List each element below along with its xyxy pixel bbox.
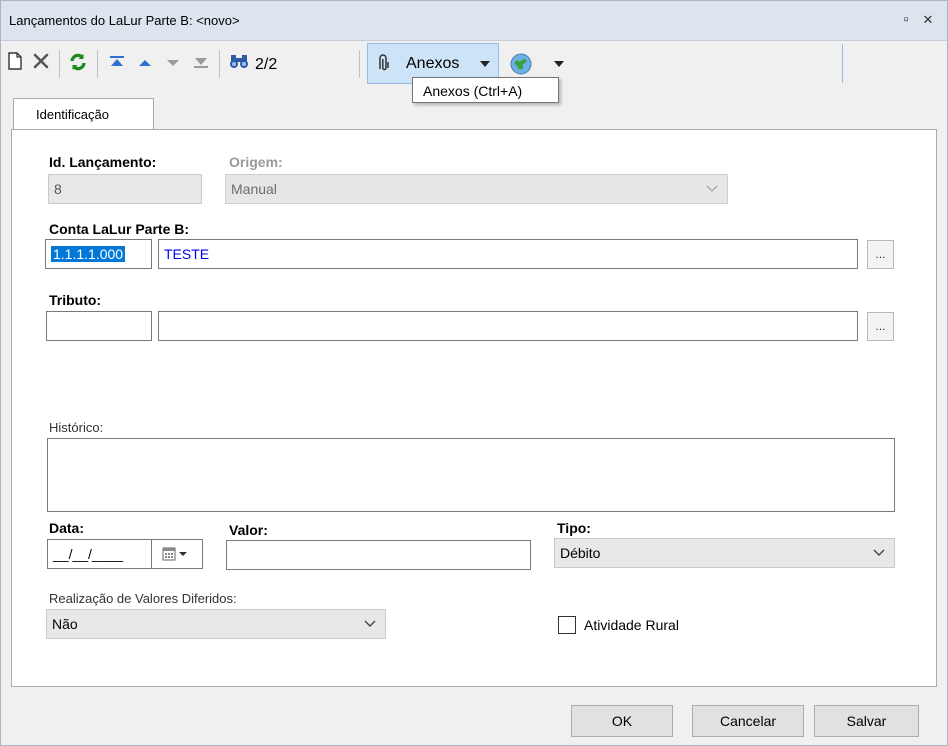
- delete-icon[interactable]: [29, 52, 53, 76]
- realizacao-label: Realização de Valores Diferidos:: [49, 591, 237, 606]
- close-icon[interactable]: ✕: [919, 11, 937, 29]
- ok-button[interactable]: OK: [571, 705, 673, 737]
- record-counter: 2/2: [255, 56, 278, 73]
- toolbar-separator: [59, 50, 60, 78]
- window-title: Lançamentos do LaLur Parte B: <novo>: [9, 13, 240, 28]
- lancamento-window: Lançamentos do LaLur Parte B: <novo> ▫ ✕: [0, 0, 948, 746]
- tributo-label: Tributo:: [49, 292, 102, 308]
- next-record-icon: [161, 52, 185, 76]
- split-divider: [842, 44, 843, 83]
- tab-identificacao[interactable]: Identificação: [13, 98, 154, 130]
- date-divider: [151, 540, 152, 568]
- previous-record-icon[interactable]: [133, 52, 157, 76]
- cancel-button[interactable]: Cancelar: [692, 705, 804, 737]
- historico-textarea[interactable]: [47, 438, 895, 512]
- toolbar-separator: [359, 50, 360, 78]
- origem-select: Manual: [225, 174, 728, 204]
- historico-label: Histórico:: [49, 420, 104, 435]
- origem-label: Origem:: [229, 154, 283, 170]
- last-record-icon: [189, 52, 213, 76]
- realizacao-value: Não: [52, 616, 78, 632]
- data-field[interactable]: __/__/____: [47, 539, 203, 569]
- first-record-icon[interactable]: [105, 52, 129, 76]
- title-bar: Lançamentos do LaLur Parte B: <novo> ▫ ✕: [1, 1, 947, 41]
- tributo-description-input[interactable]: [158, 311, 858, 341]
- id-lancamento-field: 8: [48, 174, 202, 204]
- calendar-icon[interactable]: [162, 547, 194, 564]
- anexos-dropdown-icon[interactable]: [478, 57, 492, 72]
- globe-icon[interactable]: [509, 52, 533, 79]
- conta-code-value: 1.1.1.1.000: [51, 246, 126, 262]
- data-label: Data:: [49, 520, 85, 536]
- tributo-lookup-button[interactable]: ...: [867, 312, 894, 341]
- toolbar-separator: [219, 50, 220, 78]
- save-button[interactable]: Salvar: [814, 705, 919, 737]
- atividade-rural-label: Atividade Rural: [584, 617, 679, 633]
- conta-code-input[interactable]: 1.1.1.1.000: [45, 239, 152, 269]
- restore-icon[interactable]: ▫: [897, 11, 915, 29]
- new-record-icon[interactable]: [3, 52, 27, 76]
- data-input-mask[interactable]: __/__/____: [53, 546, 123, 562]
- tipo-value: Débito: [560, 545, 601, 561]
- chevron-down-icon: [872, 545, 886, 559]
- anexos-label: Anexos: [406, 55, 460, 72]
- conta-lookup-button[interactable]: ...: [867, 240, 894, 269]
- realizacao-select[interactable]: Não: [46, 609, 386, 639]
- valor-input[interactable]: [226, 540, 531, 570]
- paperclip-icon: [374, 53, 394, 76]
- tipo-select[interactable]: Débito: [554, 538, 895, 568]
- chevron-down-icon: [705, 181, 719, 195]
- refresh-icon[interactable]: [66, 52, 90, 76]
- atividade-rural-checkbox[interactable]: [558, 616, 576, 634]
- id-lancamento-label: Id. Lançamento:: [49, 154, 157, 170]
- valor-label: Valor:: [229, 522, 268, 538]
- tributo-code-input[interactable]: [46, 311, 152, 341]
- toolbar-separator: [97, 50, 98, 78]
- binoculars-icon[interactable]: [227, 52, 251, 76]
- chevron-down-icon: [363, 616, 377, 630]
- globe-dropdown-icon[interactable]: [552, 57, 566, 72]
- origem-value: Manual: [231, 181, 277, 197]
- conta-description-input[interactable]: TESTE: [158, 239, 858, 269]
- conta-label: Conta LaLur Parte B:: [49, 221, 190, 237]
- tipo-label: Tipo:: [557, 520, 591, 536]
- anexos-tooltip: Anexos (Ctrl+A): [412, 77, 559, 103]
